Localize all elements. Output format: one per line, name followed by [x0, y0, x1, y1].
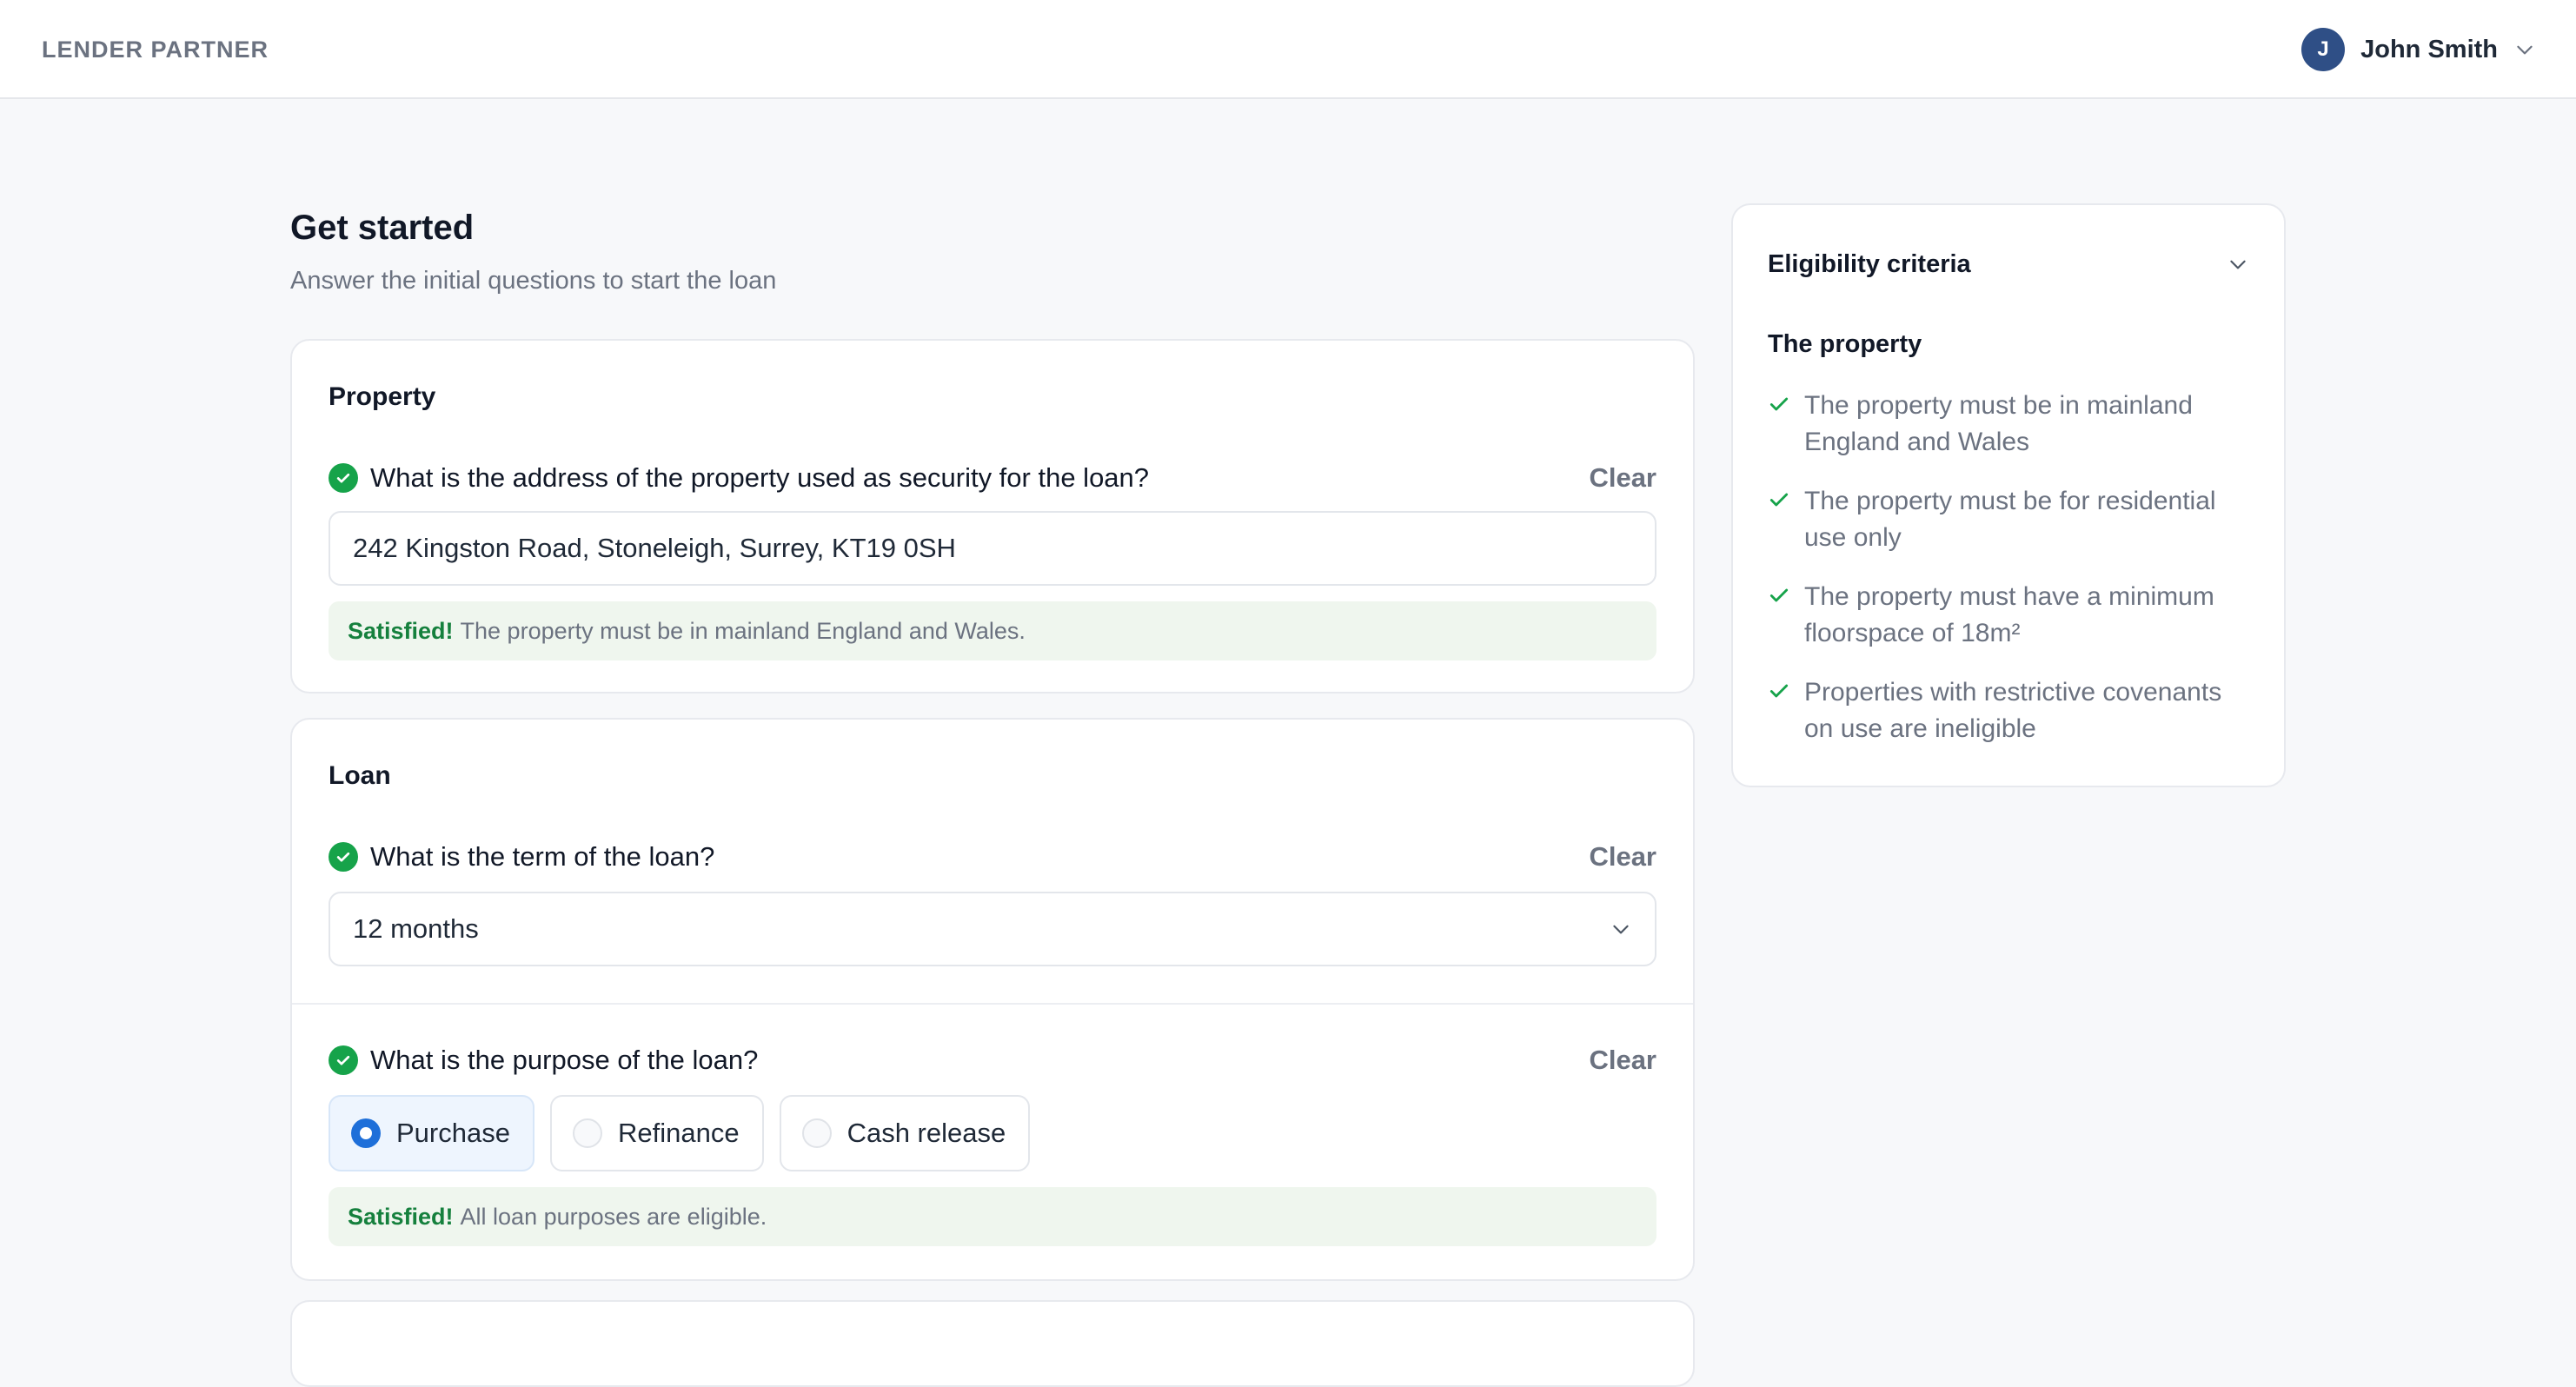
chevron-down-icon [1613, 925, 1629, 934]
criteria-list: The property must be in mainland England… [1768, 388, 2253, 770]
page-heading: Get started Answer the initial questions… [290, 209, 1695, 295]
question-label: What is the address of the property used… [370, 462, 1150, 493]
page-title: Get started [290, 209, 475, 247]
divider [292, 1003, 1693, 1005]
panel-title: Eligibility criteria [1768, 249, 1971, 278]
section-title-loan: Loan [329, 761, 391, 790]
radio-purchase[interactable]: Purchase [329, 1095, 534, 1171]
list-item: The property must be for residential use… [1768, 483, 2253, 556]
check-icon [1769, 684, 1789, 698]
next-card [290, 1300, 1695, 1387]
radio-cash-release[interactable]: Cash release [779, 1095, 1031, 1171]
question-loan-purpose: What is the purpose of the loan? Clear [329, 1043, 1656, 1078]
eligibility-panel: Eligibility criteria The property The pr… [1731, 203, 2286, 787]
address-input[interactable]: 242 Kingston Road, Stoneleigh, Surrey, K… [329, 511, 1656, 586]
check-icon [1769, 493, 1789, 507]
user-name: John Smith [2360, 35, 2498, 63]
user-menu[interactable]: J John Smith [2301, 28, 2536, 71]
criteria-text: The property must have a minimum floorsp… [1804, 582, 2214, 647]
clear-button[interactable]: Clear [1589, 1045, 1656, 1076]
check-icon [1769, 588, 1789, 602]
loan-term-select[interactable]: 12 months [329, 892, 1656, 966]
status-banner: Satisfied! All loan purposes are eligibl… [329, 1187, 1656, 1246]
top-bar: LENDER PARTNER J John Smith [0, 0, 2576, 99]
question-label: What is the term of the loan? [370, 841, 715, 872]
eligibility-toggle[interactable]: Eligibility criteria [1768, 247, 2249, 282]
check-circle-icon [329, 1045, 358, 1075]
radio-unselected-icon [572, 1118, 602, 1148]
radio-selected-icon [351, 1118, 381, 1148]
question-property-address: What is the address of the property used… [329, 461, 1656, 495]
loan-term-value: 12 months [353, 913, 479, 944]
criteria-text: Properties with restrictive covenants on… [1804, 678, 2222, 743]
radio-unselected-icon [801, 1118, 832, 1148]
status-message: The property must be in mainland England… [460, 617, 1026, 644]
page-subtitle: Answer the initial questions to start th… [290, 267, 777, 295]
avatar: J [2301, 28, 2346, 71]
clear-button[interactable]: Clear [1589, 841, 1656, 873]
status-label: Satisfied! [348, 617, 454, 644]
check-icon [1769, 397, 1789, 411]
property-card: Property What is the address of the prop… [290, 339, 1695, 694]
criteria-text: The property must be for residential use… [1804, 487, 2216, 552]
brand-logo[interactable]: LENDER PARTNER [42, 36, 269, 63]
chevron-down-icon [2230, 260, 2246, 269]
criteria-text: The property must be in mainland England… [1804, 391, 2193, 456]
check-circle-icon [329, 463, 358, 493]
list-item: The property must have a minimum floorsp… [1768, 579, 2253, 652]
question-label: What is the purpose of the loan? [370, 1045, 759, 1075]
status-message: All loan purposes are eligible. [460, 1203, 767, 1230]
radio-label: Purchase [396, 1118, 510, 1148]
loan-card: Loan What is the term of the loan? Clear… [290, 718, 1695, 1281]
status-label: Satisfied! [348, 1203, 454, 1230]
check-circle-icon [329, 842, 358, 872]
status-banner: Satisfied! The property must be in mainl… [329, 601, 1656, 660]
radio-label: Refinance [617, 1118, 740, 1148]
radio-label: Cash release [846, 1118, 1006, 1148]
clear-button[interactable]: Clear [1589, 462, 1656, 494]
list-item: The property must be in mainland England… [1768, 388, 2253, 461]
radio-refinance[interactable]: Refinance [549, 1095, 764, 1171]
section-title-property: Property [329, 382, 436, 411]
address-value: 242 Kingston Road, Stoneleigh, Surrey, K… [353, 533, 956, 563]
chevron-down-icon [2517, 45, 2533, 55]
criteria-section-title: The property [1768, 330, 1922, 358]
loan-purpose-options: Purchase Refinance Cash release [329, 1095, 1031, 1171]
question-loan-term: What is the term of the loan? Clear [329, 840, 1656, 874]
list-item: Properties with restrictive covenants on… [1768, 674, 2253, 747]
